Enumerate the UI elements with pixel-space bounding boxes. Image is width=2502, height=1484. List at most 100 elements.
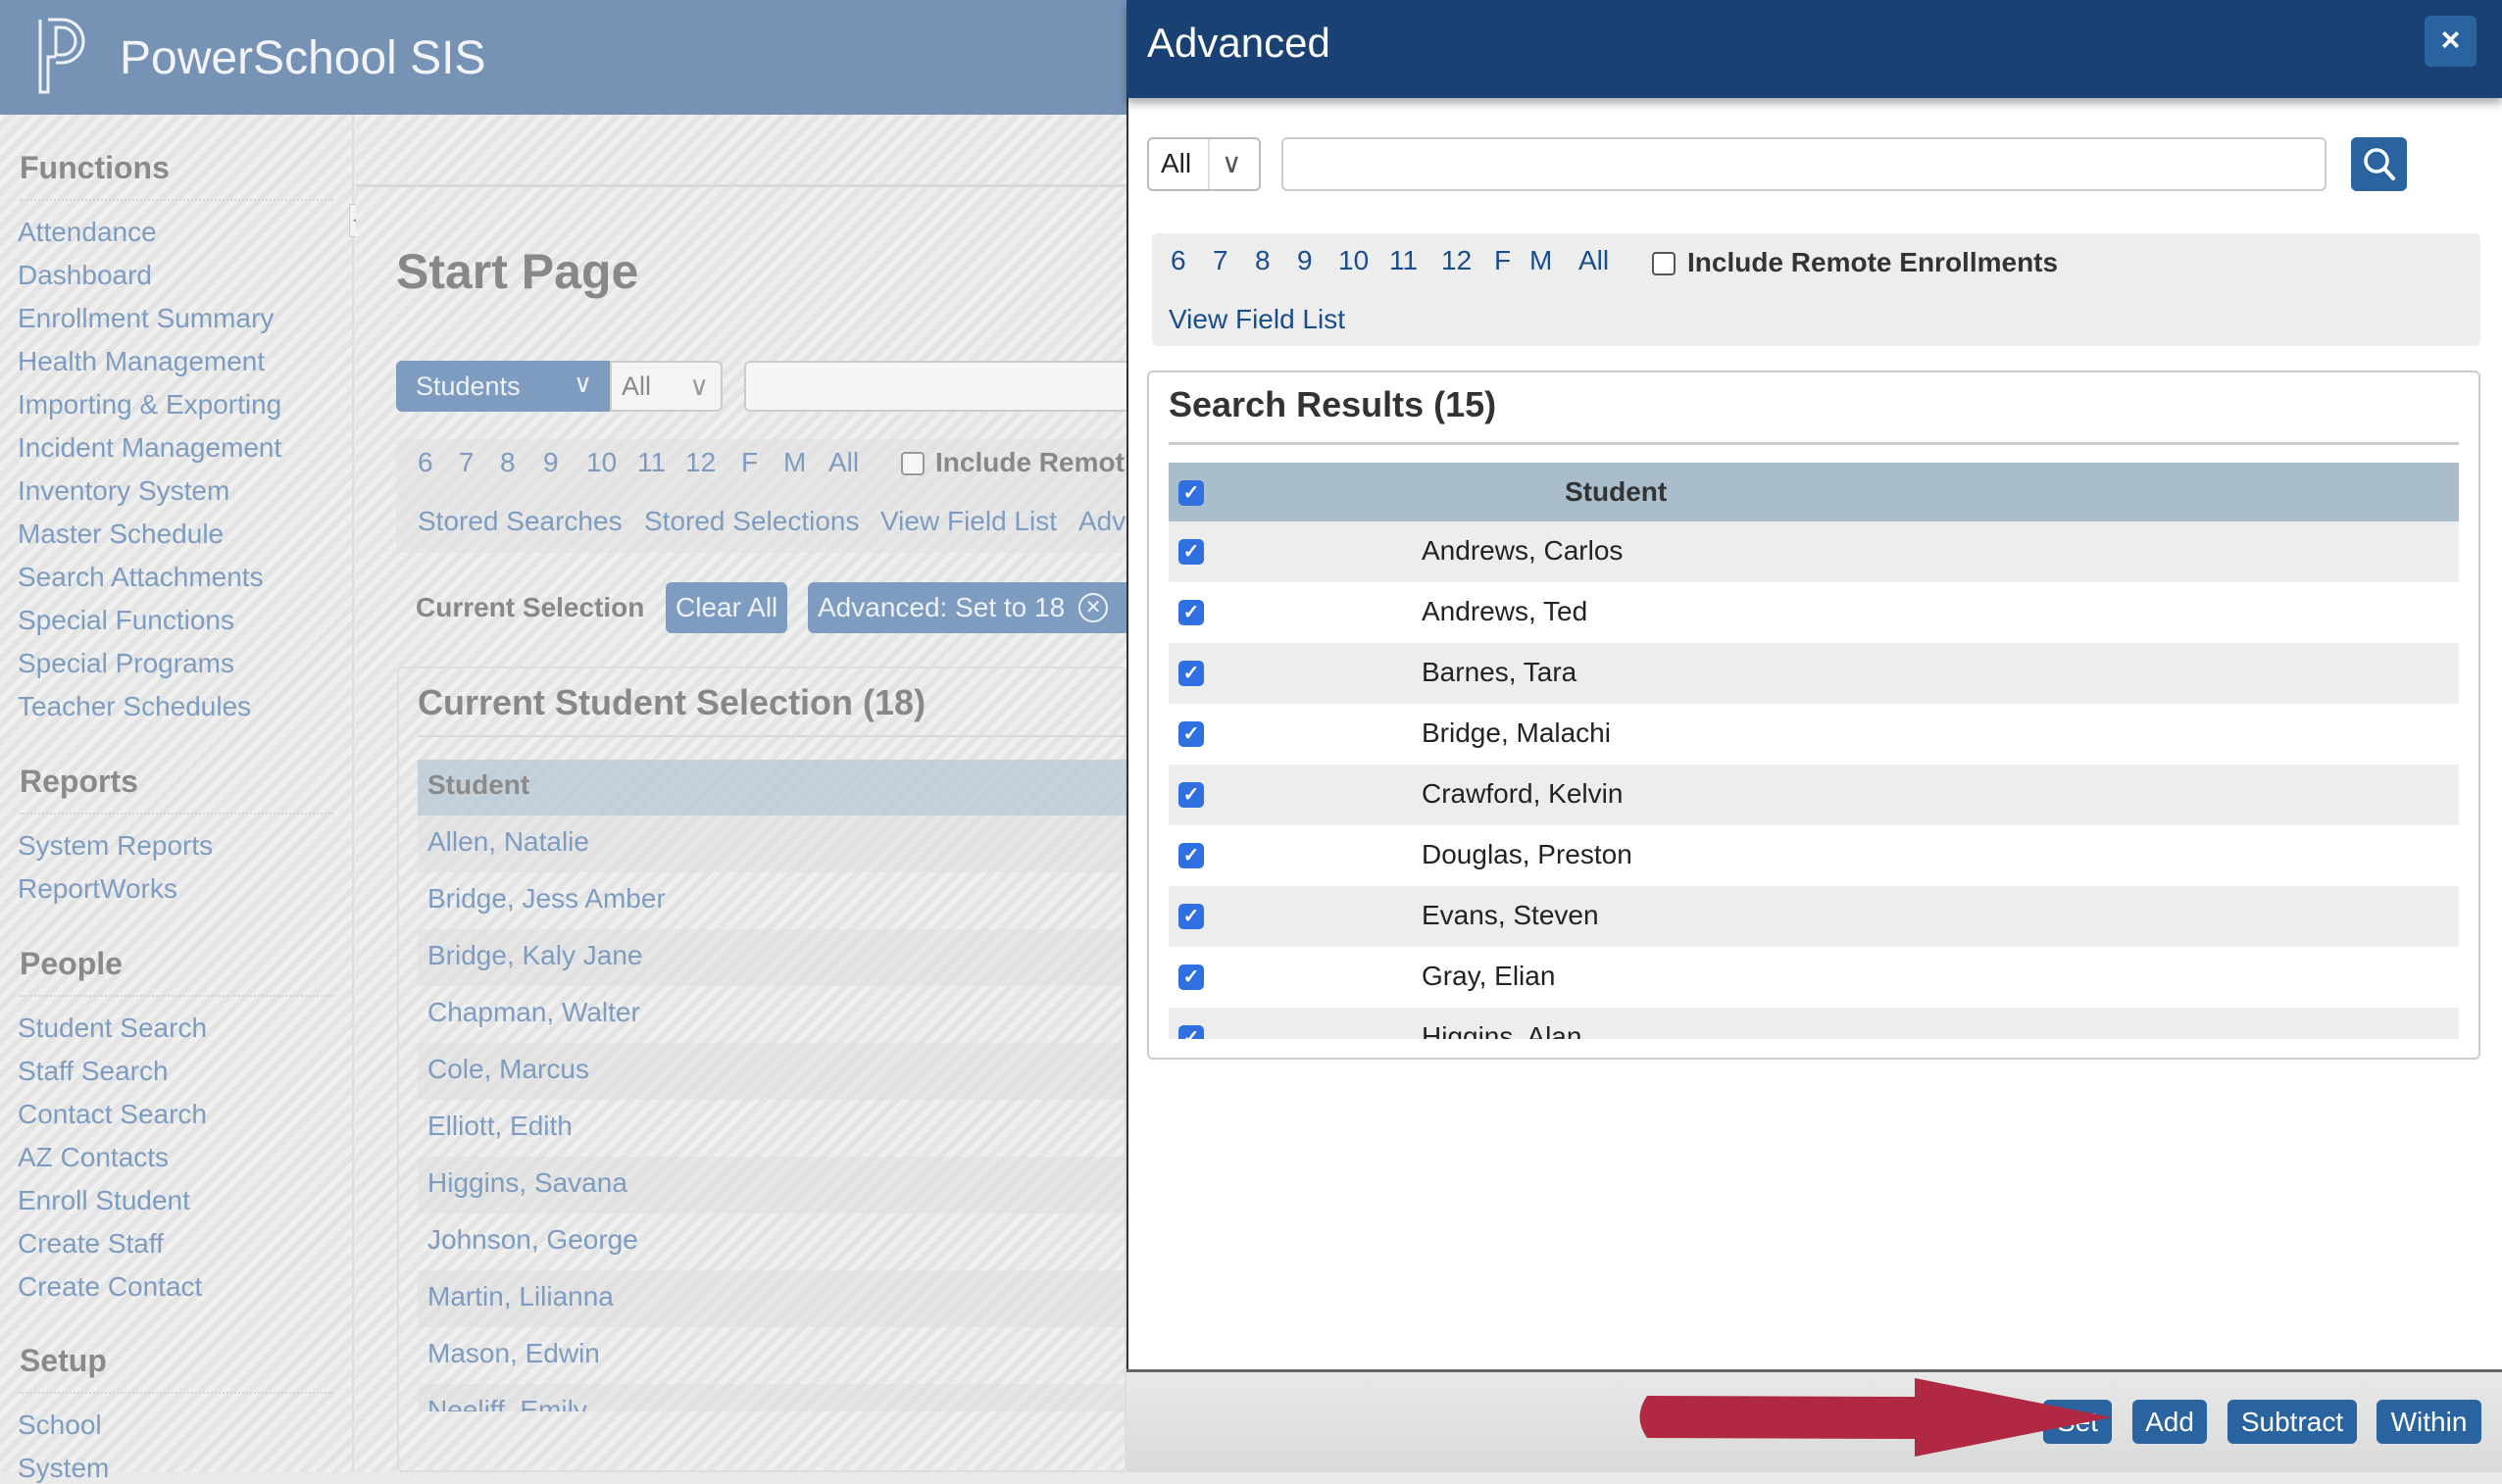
sidebar-item-incident-management[interactable]: Incident Management [18, 432, 281, 464]
select-all-checkbox[interactable]: ✓ [1178, 480, 1204, 506]
grade-filter-11[interactable]: 11 [1389, 245, 1418, 276]
sidebar-item-school[interactable]: School [18, 1410, 102, 1441]
divider [356, 184, 1126, 187]
search-type-value: Students [416, 371, 521, 401]
include-remote-checkbox[interactable] [1652, 252, 1676, 275]
grade-filter-f[interactable]: F [741, 447, 758, 478]
row-checkbox[interactable]: ✓ [1178, 843, 1204, 868]
link-stored-selections[interactable]: Stored Selections [644, 506, 859, 537]
chevron-down-icon: ∨ [689, 371, 709, 401]
divider [1169, 442, 2459, 445]
sidebar-item-contact-search[interactable]: Contact Search [18, 1099, 207, 1130]
table-row[interactable]: ✓ Andrews, Ted [1169, 582, 2459, 643]
sidebar-item-system-reports[interactable]: System Reports [18, 830, 213, 862]
sidebar-item-special-functions[interactable]: Special Functions [18, 605, 234, 636]
sidebar-heading-functions: Functions [20, 150, 170, 185]
sidebar-item-dashboard[interactable]: Dashboard [18, 260, 152, 291]
sidebar-item-student-search[interactable]: Student Search [18, 1013, 207, 1044]
grade-filter-9[interactable]: 9 [543, 447, 559, 478]
grade-filter-m[interactable]: M [783, 447, 806, 478]
row-checkbox[interactable]: ✓ [1178, 539, 1204, 565]
table-row[interactable]: ✓ Bridge, Malachi [1169, 704, 2459, 765]
row-checkbox[interactable]: ✓ [1178, 1025, 1204, 1039]
row-checkbox[interactable]: ✓ [1178, 782, 1204, 808]
student-name: Higgins, Alan [1422, 1021, 1582, 1039]
grade-filter-12[interactable]: 12 [1441, 245, 1472, 276]
grade-filter-all[interactable]: All [1578, 245, 1609, 276]
sidebar-item-staff-search[interactable]: Staff Search [18, 1056, 169, 1087]
student-name: Bridge, Malachi [1422, 717, 1611, 748]
sidebar-item-enrollment-summary[interactable]: Enrollment Summary [18, 303, 274, 334]
sidebar-item-inventory-system[interactable]: Inventory System [18, 475, 229, 507]
sidebar-item-create-staff[interactable]: Create Staff [18, 1228, 164, 1260]
column-header-student[interactable]: Student [1565, 476, 1667, 508]
student-name: Evans, Steven [1422, 900, 1599, 930]
selection-chip: Advanced: Set to 18 ✕ [808, 582, 1136, 633]
grade-filter-f[interactable]: F [1494, 245, 1511, 276]
sidebar-item-enroll-student[interactable]: Enroll Student [18, 1185, 190, 1216]
sidebar-item-az-contacts[interactable]: AZ Contacts [18, 1142, 169, 1173]
grade-filter-10[interactable]: 10 [586, 447, 617, 478]
sidebar-item-importing-exporting[interactable]: Importing & Exporting [18, 389, 281, 420]
sidebar-heading-setup: Setup [20, 1343, 107, 1378]
search-button[interactable] [2351, 137, 2407, 191]
row-checkbox[interactable]: ✓ [1178, 965, 1204, 990]
include-remote-checkbox[interactable] [901, 452, 925, 475]
app-title: PowerSchool SIS [120, 32, 486, 84]
table-row[interactable]: ✓ Crawford, Kelvin [1169, 765, 2459, 825]
subtract-button[interactable]: Subtract [2227, 1400, 2357, 1444]
grade-select-value: All [1161, 148, 1192, 178]
grade-filter-12[interactable]: 12 [685, 447, 716, 478]
sidebar-item-health-management[interactable]: Health Management [18, 346, 265, 377]
remove-chip-icon[interactable]: ✕ [1078, 593, 1109, 622]
search-input[interactable] [1281, 137, 2327, 191]
grade-select[interactable]: All ∨ [610, 361, 723, 412]
view-field-list-link[interactable]: View Field List [1169, 304, 1345, 335]
grade-select[interactable]: All ∨ [1147, 137, 1261, 191]
grade-filter-8[interactable]: 8 [1255, 245, 1271, 276]
table-row[interactable]: ✓ Andrews, Carlos [1169, 521, 2459, 582]
table-row[interactable]: ✓ Barnes, Tara [1169, 643, 2459, 704]
student-search-input[interactable] [744, 361, 1136, 412]
sidebar-item-system[interactable]: System [18, 1453, 109, 1484]
within-button[interactable]: Within [2377, 1400, 2481, 1444]
grade-filter-all[interactable]: All [828, 447, 859, 478]
link-adv[interactable]: Adv [1078, 506, 1126, 537]
table-row[interactable]: ✓ Douglas, Preston [1169, 825, 2459, 886]
row-checkbox[interactable]: ✓ [1178, 661, 1204, 686]
table-row[interactable]: ✓ Higgins, Alan [1169, 1008, 2459, 1039]
grade-filter-9[interactable]: 9 [1297, 245, 1313, 276]
sidebar-item-master-schedule[interactable]: Master Schedule [18, 519, 224, 550]
search-type-dropdown[interactable]: Students ∨ [396, 361, 610, 412]
sidebar-item-attendance[interactable]: Attendance [18, 217, 157, 248]
clear-all-button[interactable]: Clear All [666, 582, 788, 633]
dialog-header [1126, 0, 2502, 98]
row-checkbox[interactable]: ✓ [1178, 721, 1204, 747]
annotation-arrow-icon [1639, 1378, 2112, 1457]
grade-filter-10[interactable]: 10 [1338, 245, 1369, 276]
row-checkbox[interactable]: ✓ [1178, 600, 1204, 625]
link-stored-searches[interactable]: Stored Searches [418, 506, 623, 537]
table-row[interactable]: ✓ Evans, Steven [1169, 886, 2459, 947]
sidebar-item-teacher-schedules[interactable]: Teacher Schedules [18, 691, 251, 722]
close-button[interactable]: × [2425, 16, 2477, 67]
grade-filter-8[interactable]: 8 [500, 447, 516, 478]
grade-filter-7[interactable]: 7 [1213, 245, 1228, 276]
sidebar-heading-reports: Reports [20, 764, 138, 799]
sidebar-item-special-programs[interactable]: Special Programs [18, 648, 234, 679]
link-view-field-list[interactable]: View Field List [880, 506, 1057, 537]
table-row[interactable]: ✓ Gray, Elian [1169, 947, 2459, 1008]
sidebar-item-search-attachments[interactable]: Search Attachments [18, 562, 264, 593]
column-header-student[interactable]: Student [418, 760, 1126, 816]
grade-filter-6[interactable]: 6 [418, 447, 433, 478]
grade-filter-m[interactable]: M [1529, 245, 1552, 276]
student-name: Andrews, Ted [1422, 596, 1588, 626]
grade-filter-6[interactable]: 6 [1171, 245, 1186, 276]
grade-filter-11[interactable]: 11 [637, 447, 666, 478]
sidebar-item-reportworks[interactable]: ReportWorks [18, 873, 177, 905]
row-checkbox[interactable]: ✓ [1178, 904, 1204, 929]
add-button[interactable]: Add [2132, 1400, 2207, 1444]
sidebar-item-create-contact[interactable]: Create Contact [18, 1271, 202, 1303]
divider [20, 1392, 333, 1394]
grade-filter-7[interactable]: 7 [459, 447, 475, 478]
